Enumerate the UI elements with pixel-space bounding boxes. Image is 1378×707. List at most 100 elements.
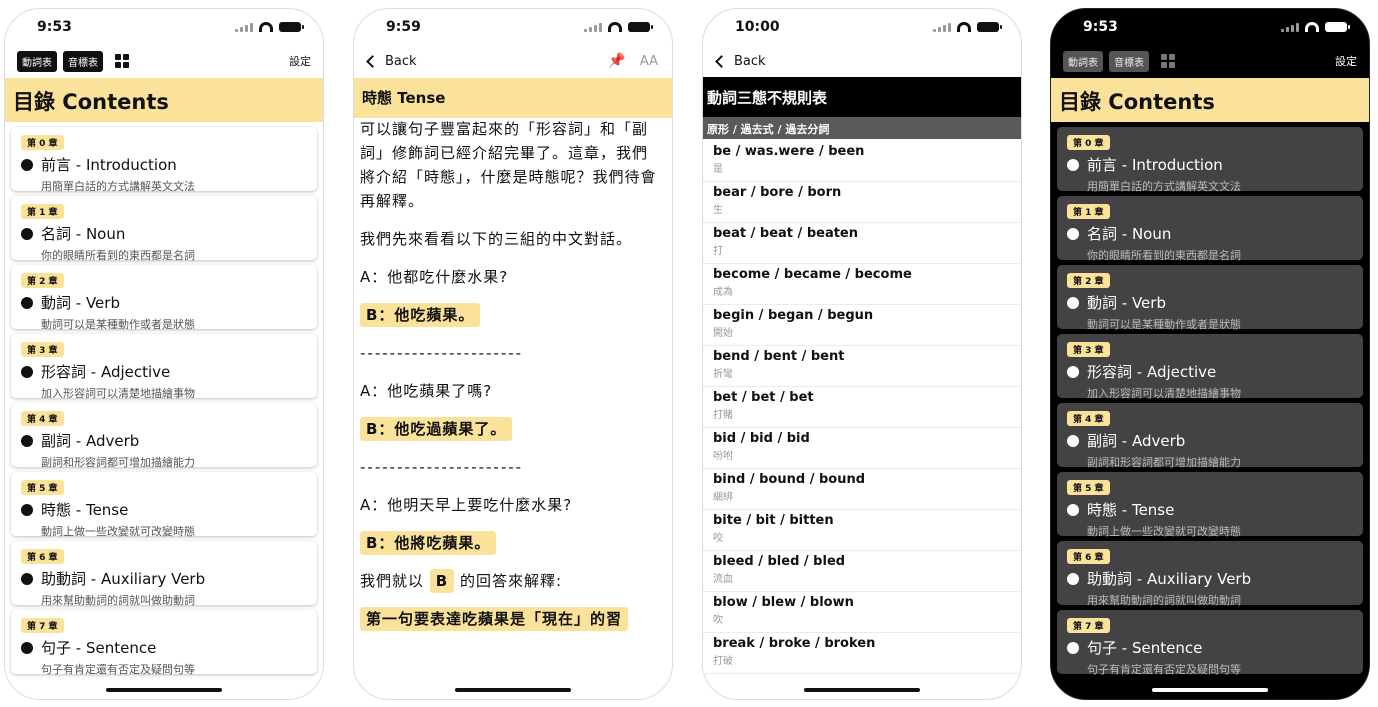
- grid-icon[interactable]: [115, 54, 129, 68]
- bullet-icon: [1067, 227, 1079, 240]
- chapter-title: 句子 - Sentence: [41, 639, 157, 657]
- verb-row[interactable]: bid / bid / bid 吩咐: [703, 428, 1021, 469]
- home-indicator[interactable]: [106, 688, 222, 692]
- chapter-card[interactable]: 第 3 章形容詞 - Adjective 加入形容詞可以清楚地描繪事物: [11, 334, 317, 400]
- bullet-icon: [1067, 434, 1079, 447]
- chapter-title: 前言 - Introduction: [41, 156, 177, 174]
- verb-row[interactable]: blow / blew / blown 吹: [703, 592, 1021, 633]
- bullet-icon: [21, 365, 33, 378]
- paragraph: 我們先來看看以下的三組的中文對話。: [360, 230, 633, 248]
- settings-button[interactable]: 設定: [1335, 53, 1357, 69]
- screen-contents-light: 9:53 動詞表 音標表 設定 目錄 Contents 第 0 章前言 - In…: [4, 8, 324, 700]
- chapter-badge: 第 7 章: [21, 618, 64, 633]
- verb-forms: begin / began / begun: [713, 308, 874, 323]
- back-button[interactable]: Back: [734, 54, 766, 69]
- chapter-card[interactable]: 第 6 章助動詞 - Auxiliary Verb 用來幫助動詞的詞就叫做助動詞: [11, 541, 317, 607]
- back-button[interactable]: Back: [385, 54, 417, 69]
- bullet-icon: [21, 641, 33, 654]
- battery-icon: [977, 22, 1002, 32]
- chapter-title: 時態 - Tense: [41, 501, 129, 519]
- chapter-card[interactable]: 第 2 章動詞 - Verb 動詞可以是某種動作或者是狀態: [1057, 265, 1363, 331]
- verb-forms: bleed / bled / bled: [713, 554, 846, 569]
- settings-button[interactable]: 設定: [289, 53, 311, 69]
- home-indicator[interactable]: [455, 688, 571, 692]
- chapter-subtitle: 用來幫助動詞的詞就叫做助動詞: [1087, 594, 1241, 607]
- verb-row[interactable]: bend / bent / bent 折彎: [703, 346, 1021, 387]
- chapter-card[interactable]: 第 0 章前言 - Introduction 用簡單白話的方式講解英文文法: [11, 127, 317, 193]
- chapter-subtitle: 用簡單白話的方式講解英文文法: [1087, 180, 1241, 193]
- verb-row[interactable]: become / became / become 成為: [703, 264, 1021, 305]
- explain-suffix: 的回答來解釋:: [460, 572, 563, 590]
- chevron-left-icon[interactable]: [366, 54, 379, 68]
- verb-forms: bear / bore / born: [713, 185, 842, 200]
- chapter-list: 第 0 章前言 - Introduction 用簡單白話的方式講解英文文法 第 1…: [5, 122, 323, 699]
- chapter-badge: 第 0 章: [1067, 135, 1110, 150]
- chapter-card[interactable]: 第 4 章副詞 - Adverb 副詞和形容詞都可增加描繪能力: [1057, 403, 1363, 469]
- verb-row[interactable]: be / was.were / been 是: [703, 141, 1021, 182]
- chapter-card[interactable]: 第 7 章句子 - Sentence 句子有肯定還有否定及疑問句等: [1057, 610, 1363, 676]
- chapter-subtitle: 句子有肯定還有否定及疑問句等: [41, 663, 195, 676]
- signal-icon: [235, 22, 253, 32]
- chapter-subtitle: 用簡單白話的方式講解英文文法: [41, 180, 195, 193]
- chapter-badge: 第 1 章: [21, 204, 64, 219]
- battery-icon: [279, 22, 304, 32]
- chapter-card[interactable]: 第 7 章句子 - Sentence 句子有肯定還有否定及疑問句等: [11, 610, 317, 676]
- verb-forms: blow / blew / blown: [713, 595, 854, 610]
- verb-list: be / was.were / been 是 bear / bore / born…: [703, 141, 1021, 699]
- chapter-badge: 第 6 章: [21, 549, 64, 564]
- chapter-card[interactable]: 第 1 章名詞 - Noun 你的眼睛所看到的東西都是名詞: [1057, 196, 1363, 262]
- verb-row[interactable]: beat / beat / beaten 打: [703, 223, 1021, 264]
- verb-row[interactable]: break / broke / broken 打破: [703, 633, 1021, 674]
- verb-table-button[interactable]: 動詞表: [17, 50, 57, 72]
- verb-forms: become / became / become: [713, 267, 912, 282]
- chapter-card[interactable]: 第 1 章名詞 - Noun 你的眼睛所看到的東西都是名詞: [11, 196, 317, 262]
- chapter-card[interactable]: 第 6 章助動詞 - Auxiliary Verb 用來幫助動詞的詞就叫做助動詞: [1057, 541, 1363, 607]
- pin-icon[interactable]: 📌: [608, 53, 625, 69]
- verb-row[interactable]: bite / bit / bitten 咬: [703, 510, 1021, 551]
- chapter-subtitle: 用來幫助動詞的詞就叫做助動詞: [41, 594, 195, 607]
- chapter-title: 句子 - Sentence: [1087, 639, 1203, 657]
- phonetic-table-button[interactable]: 音標表: [1109, 50, 1149, 72]
- grid-icon[interactable]: [1161, 54, 1175, 68]
- screen-contents-dark: 9:53 動詞表 音標表 設定 目錄 Contents 第 0 章前言 - In…: [1050, 8, 1370, 700]
- dialog-a: A：他吃蘋果了嗎?: [360, 382, 493, 400]
- verb-meaning: 開始: [713, 328, 733, 339]
- verb-row[interactable]: begin / began / begun 開始: [703, 305, 1021, 346]
- status-icons: [1281, 22, 1350, 32]
- chapter-card[interactable]: 第 5 章時態 - Tense 動詞上做一些改變就可改變時態: [1057, 472, 1363, 538]
- wifi-icon: [259, 22, 273, 32]
- verb-row[interactable]: bind / bound / bound 綑綁: [703, 469, 1021, 510]
- verb-forms: bid / bid / bid: [713, 431, 810, 446]
- toolbar: 動詞表 音標表 設定: [17, 49, 311, 73]
- bullet-icon: [1067, 641, 1079, 654]
- wifi-icon: [957, 22, 971, 32]
- verb-row[interactable]: bear / bore / born 生: [703, 182, 1021, 223]
- chapter-card[interactable]: 第 4 章副詞 - Adverb 副詞和形容詞都可增加描繪能力: [11, 403, 317, 469]
- home-indicator[interactable]: [1152, 688, 1268, 692]
- chevron-left-icon[interactable]: [715, 54, 728, 68]
- dialog-b-highlight: B：他將吃蘋果。: [360, 531, 497, 555]
- chapter-title: 動詞 - Verb: [1087, 294, 1166, 312]
- verb-row[interactable]: bet / bet / bet 打賭: [703, 387, 1021, 428]
- font-size-button[interactable]: AA: [640, 54, 658, 69]
- status-time: 9:53: [37, 19, 72, 35]
- divider: ----------------------: [360, 344, 524, 362]
- bullet-icon: [1067, 158, 1079, 171]
- phonetic-table-button[interactable]: 音標表: [63, 50, 103, 72]
- chapter-card[interactable]: 第 0 章前言 - Introduction 用簡單白話的方式講解英文文法: [1057, 127, 1363, 193]
- status-bar: 9:59: [354, 9, 672, 45]
- chapter-card[interactable]: 第 3 章形容詞 - Adjective 加入形容詞可以清楚地描繪事物: [1057, 334, 1363, 400]
- chapter-badge: 第 2 章: [1067, 273, 1110, 288]
- verb-row[interactable]: bleed / bled / bled 流血: [703, 551, 1021, 592]
- dialog-b-highlight: B：他吃蘋果。: [360, 303, 481, 327]
- signal-icon: [1281, 22, 1299, 32]
- home-indicator[interactable]: [804, 688, 920, 692]
- chapter-title: 前言 - Introduction: [1087, 156, 1223, 174]
- verb-table-button[interactable]: 動詞表: [1063, 50, 1103, 72]
- chapter-card[interactable]: 第 2 章動詞 - Verb 動詞可以是某種動作或者是狀態: [11, 265, 317, 331]
- chapter-title: 助動詞 - Auxiliary Verb: [41, 570, 206, 588]
- paragraph-highlight: 第一句要表達吃蘋果是「現在」的習: [360, 607, 629, 631]
- chapter-title: 名詞 - Noun: [1087, 225, 1172, 243]
- chapter-badge: 第 5 章: [21, 480, 64, 495]
- chapter-card[interactable]: 第 5 章時態 - Tense 動詞上做一些改變就可改變時態: [11, 472, 317, 538]
